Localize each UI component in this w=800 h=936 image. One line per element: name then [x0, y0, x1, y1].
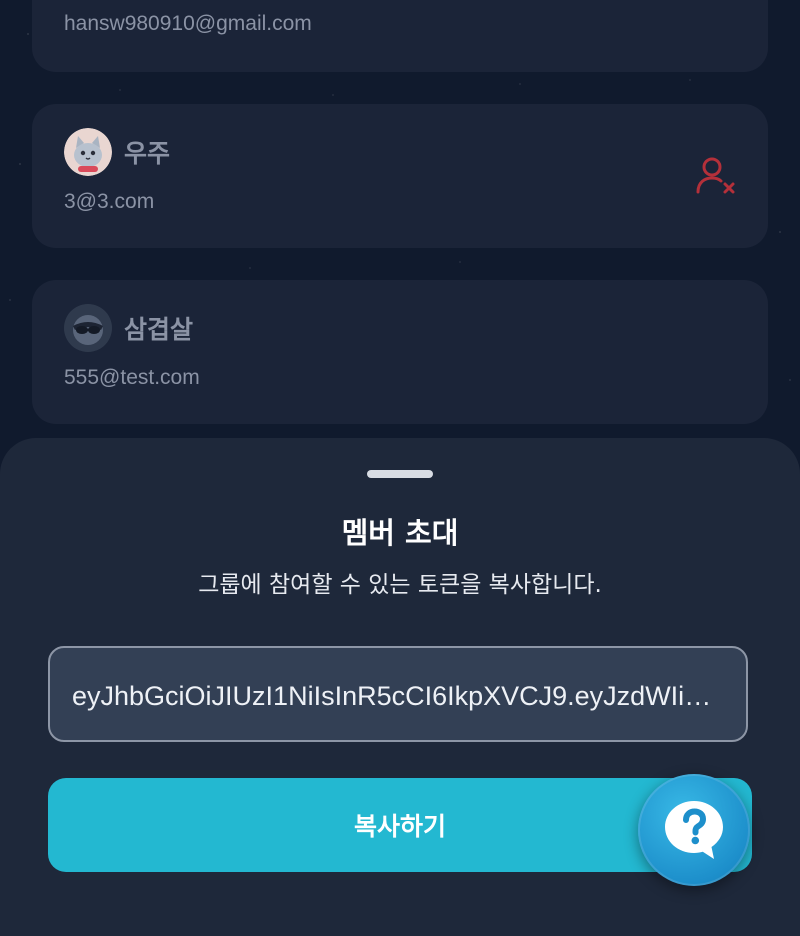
- sheet-subtitle: 그룹에 참여할 수 있는 토큰을 복사합니다.: [198, 572, 602, 598]
- help-button[interactable]: [638, 774, 750, 886]
- member-card: 우주 3@3.com: [32, 104, 768, 248]
- member-card: hansw980910@gmail.com: [32, 0, 768, 72]
- member-email: hansw980910@gmail.com: [64, 12, 312, 35]
- member-header: 우주: [64, 128, 170, 176]
- invite-token-field[interactable]: eyJhbGciOiJIUzI1NiIsInR5cCI6IkpXVCJ9.eyJ…: [48, 646, 748, 742]
- remove-user-icon: [696, 157, 735, 194]
- sheet-title: 멤버 초대: [341, 516, 459, 550]
- sunglasses-avatar-icon: [64, 304, 112, 352]
- help-chat-icon: [665, 801, 723, 859]
- member-name: 삼겹살: [124, 315, 194, 344]
- member-name: 우주: [124, 139, 171, 168]
- member-email: 3@3.com: [64, 190, 155, 213]
- member-header: 삼겹살: [64, 304, 193, 352]
- sheet-drag-handle[interactable]: [367, 470, 433, 478]
- member-email: 555@test.com: [64, 366, 200, 389]
- cat-avatar-icon: [64, 128, 112, 176]
- member-card: 삼겹살 555@test.com: [32, 280, 768, 424]
- remove-member-button[interactable]: [694, 154, 738, 198]
